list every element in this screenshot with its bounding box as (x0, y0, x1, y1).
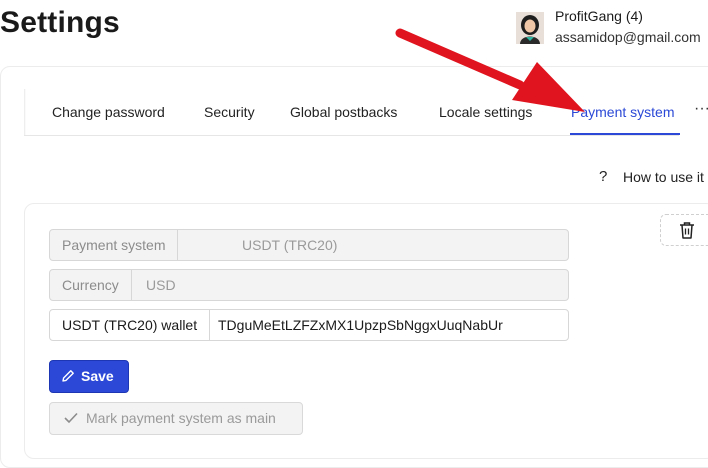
tab-global-postbacks[interactable]: Global postbacks (290, 104, 397, 120)
save-label: Save (81, 368, 114, 384)
currency-label: Currency (50, 270, 132, 300)
tabs-scroll-shadow (24, 89, 26, 135)
page-title: Settings (0, 6, 120, 39)
payment-system-value: USDT (TRC20) (242, 237, 338, 253)
user-account[interactable]: ProfitGang (4) assamidop@gmail.com (516, 8, 708, 48)
wallet-input[interactable]: TDguMeEtLZFZxMX1UpzpSbNggxUuqNabUr (218, 310, 503, 340)
check-icon (64, 412, 78, 424)
trash-icon (680, 222, 694, 239)
delete-button[interactable] (660, 214, 708, 246)
question-icon: ? (599, 168, 608, 185)
active-tab-indicator (570, 133, 680, 135)
tab-security[interactable]: Security (204, 104, 255, 120)
currency-field: Currency USD (49, 269, 569, 301)
tab-locale-settings[interactable]: Locale settings (439, 104, 532, 120)
mark-main-button[interactable]: Mark payment system as main (49, 402, 303, 435)
wallet-field[interactable]: USDT (TRC20) wallet TDguMeEtLZFZxMX1Upzp… (49, 309, 569, 341)
tab-change-password[interactable]: Change password (52, 104, 165, 120)
save-button[interactable]: Save (49, 360, 129, 393)
user-email: assamidop@gmail.com (555, 29, 701, 45)
payment-system-field: Payment system USDT (TRC20) (49, 229, 569, 261)
payment-system-label: Payment system (50, 230, 179, 260)
mark-main-label: Mark payment system as main (86, 410, 276, 426)
pencil-icon (62, 370, 74, 382)
wallet-label: USDT (TRC20) wallet (50, 310, 211, 340)
tab-payment-system[interactable]: Payment system (571, 104, 674, 120)
more-tabs-icon[interactable]: ··· (694, 100, 708, 118)
avatar (516, 12, 544, 44)
currency-value: USD (146, 277, 176, 293)
how-to-use-label: How to use it (623, 169, 704, 185)
user-name: ProfitGang (4) (555, 8, 643, 24)
